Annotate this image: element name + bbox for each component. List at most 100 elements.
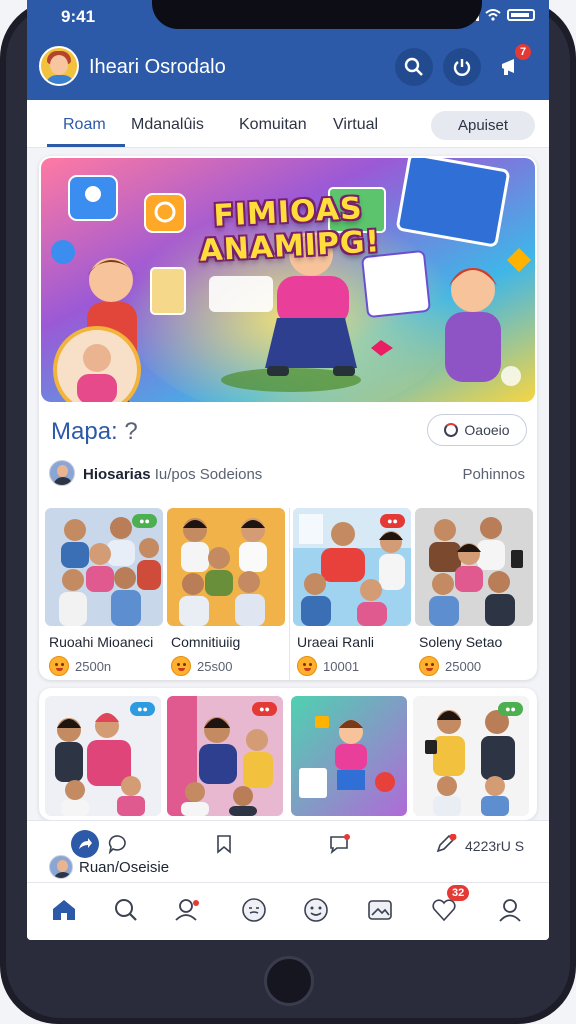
nav-favorites[interactable]: 32 [429, 885, 470, 925]
active-tab-indicator [47, 144, 125, 147]
session-name: Hiosarias [83, 466, 151, 483]
nav-chat[interactable] [239, 895, 269, 925]
session-avatar[interactable] [49, 460, 75, 486]
tab-mdanaluis[interactable]: Mdanalûis [131, 116, 204, 134]
group-name: Comnitiuiig [171, 634, 241, 650]
group-stat: 2500n [49, 656, 111, 676]
refresh-icon [444, 423, 459, 437]
power-icon [453, 59, 471, 76]
share-button[interactable] [71, 830, 99, 858]
commenter-avatar[interactable] [49, 855, 73, 879]
photo-chip: ●● [130, 702, 155, 716]
emoji-icon [304, 898, 328, 922]
phone-frame: 9:41 Iheari Osrodalo 7 Roam Mdanalûis Ko… [0, 0, 576, 1024]
group-name: Uraeai Ranli [297, 634, 375, 650]
photo-chip: ●● [252, 702, 277, 716]
app-screen: 9:41 Iheari Osrodalo 7 Roam Mdanalûis Ko… [27, 0, 549, 940]
group-count: 25s00 [197, 658, 233, 674]
profile-add-icon [175, 899, 199, 921]
chat-face-icon [242, 898, 266, 922]
reaction-count: 4223rU S [465, 838, 525, 854]
group-count: 25000 [445, 658, 482, 674]
group-card[interactable]: ●● Ruoahi Mioaneci 2500n [45, 508, 163, 680]
pencil-icon [436, 834, 457, 853]
smiley-icon [419, 656, 439, 676]
group-card[interactable]: ●● Uraeai Ranli 10001 [293, 508, 411, 680]
tab-bar: Roam Mdanalûis Komuitan Virtual Apuiset [27, 100, 549, 148]
smiley-icon [297, 656, 317, 676]
group-chip: ●● [132, 514, 157, 528]
session-text: Iu/pos Sodeions [154, 466, 263, 483]
group-divider [289, 508, 290, 680]
session-row: Hiosarias Iu/pos Sodeions Pohinnos [39, 452, 537, 496]
share-icon [79, 838, 92, 849]
group-name: Soleny Setao [419, 634, 503, 650]
search-icon [404, 57, 423, 76]
smiley-icon [171, 656, 191, 676]
nav-profile-add[interactable] [173, 895, 203, 925]
group-photo: ●● [293, 508, 411, 626]
search-button[interactable] [395, 48, 433, 86]
message-icon [330, 834, 350, 854]
nav-emoji[interactable] [301, 895, 331, 925]
apuiset-button[interactable]: Apuiset [431, 111, 535, 140]
group-photo [415, 508, 533, 626]
group-stat: 25000 [419, 656, 481, 676]
nav-photo[interactable] [365, 895, 395, 925]
camera-notch [152, 0, 482, 29]
status-time: 9:41 [61, 7, 96, 26]
comment-button[interactable] [103, 829, 133, 859]
wifi-icon [485, 9, 501, 21]
home-button[interactable] [264, 956, 314, 1006]
post-actions-bar: 4223rU S Ruan/Oseisie [27, 820, 549, 882]
photo-chip: ●● [498, 702, 523, 716]
comment-icon [108, 835, 126, 854]
group-card[interactable]: Comnitiuiig 25s00 [167, 508, 285, 680]
featured-banner[interactable]: FIMIOAS ANAMIPG! [41, 158, 535, 402]
featured-card: FIMIOAS ANAMIPG! Mapa: ? Oaoeio Hiosaria… [39, 156, 537, 680]
photo-tile[interactable]: ●● [167, 696, 283, 816]
tab-virtual[interactable]: Virtual [333, 116, 378, 134]
group-count: 10001 [323, 658, 360, 674]
nav-home[interactable] [49, 895, 79, 925]
group-list: ●● Ruoahi Mioaneci 2500n Comnitiuiig 25s… [45, 508, 533, 680]
favorites-badge: 32 [447, 885, 470, 901]
oaoeio-button[interactable]: Oaoeio [427, 414, 527, 446]
group-photo: ●● [45, 508, 163, 626]
group-card[interactable]: Soleny Setao 25000 [415, 508, 533, 680]
bottom-nav: 32 [27, 882, 549, 940]
group-chip: ●● [380, 514, 405, 528]
power-button[interactable] [443, 48, 481, 86]
nav-search[interactable] [111, 895, 141, 925]
message-button[interactable] [325, 829, 355, 859]
maps-row: Mapa: ? Oaoeio [39, 402, 537, 452]
tab-roam[interactable]: Roam [63, 116, 106, 134]
photo-icon [368, 900, 392, 920]
group-name: Ruoahi Mioaneci [49, 634, 154, 650]
photo-tile[interactable]: ●● [413, 696, 529, 816]
home-icon [53, 900, 75, 920]
commenter-name: Ruan/Oseisie [79, 859, 170, 876]
maps-label-text: Mapa: [51, 418, 118, 445]
group-count: 2500n [75, 658, 112, 674]
photo-tile[interactable] [291, 696, 407, 816]
bookmark-button[interactable] [209, 829, 239, 859]
notifications-button[interactable]: 7 [493, 44, 532, 86]
search-icon [115, 899, 137, 921]
app-title: Iheari Osrodalo [89, 56, 226, 78]
profile-avatar[interactable] [39, 46, 79, 86]
nav-account[interactable] [495, 895, 525, 925]
photo-tile[interactable]: ●● [45, 696, 161, 816]
user-icon [499, 899, 521, 922]
session-link[interactable]: Pohinnos [462, 466, 525, 483]
group-stat: 10001 [297, 656, 359, 676]
oaoeio-button-label: Oaoeio [464, 422, 510, 438]
maps-question: ? [124, 418, 138, 445]
group-stat: 25s00 [171, 656, 232, 676]
maps-label: Mapa: ? [51, 418, 138, 446]
bookmark-icon [217, 835, 231, 854]
session-label: Hiosarias Iu/pos Sodeions [83, 466, 262, 483]
edit-button[interactable] [431, 829, 461, 859]
tab-komuitan[interactable]: Komuitan [239, 116, 307, 134]
group-photo [167, 508, 285, 626]
